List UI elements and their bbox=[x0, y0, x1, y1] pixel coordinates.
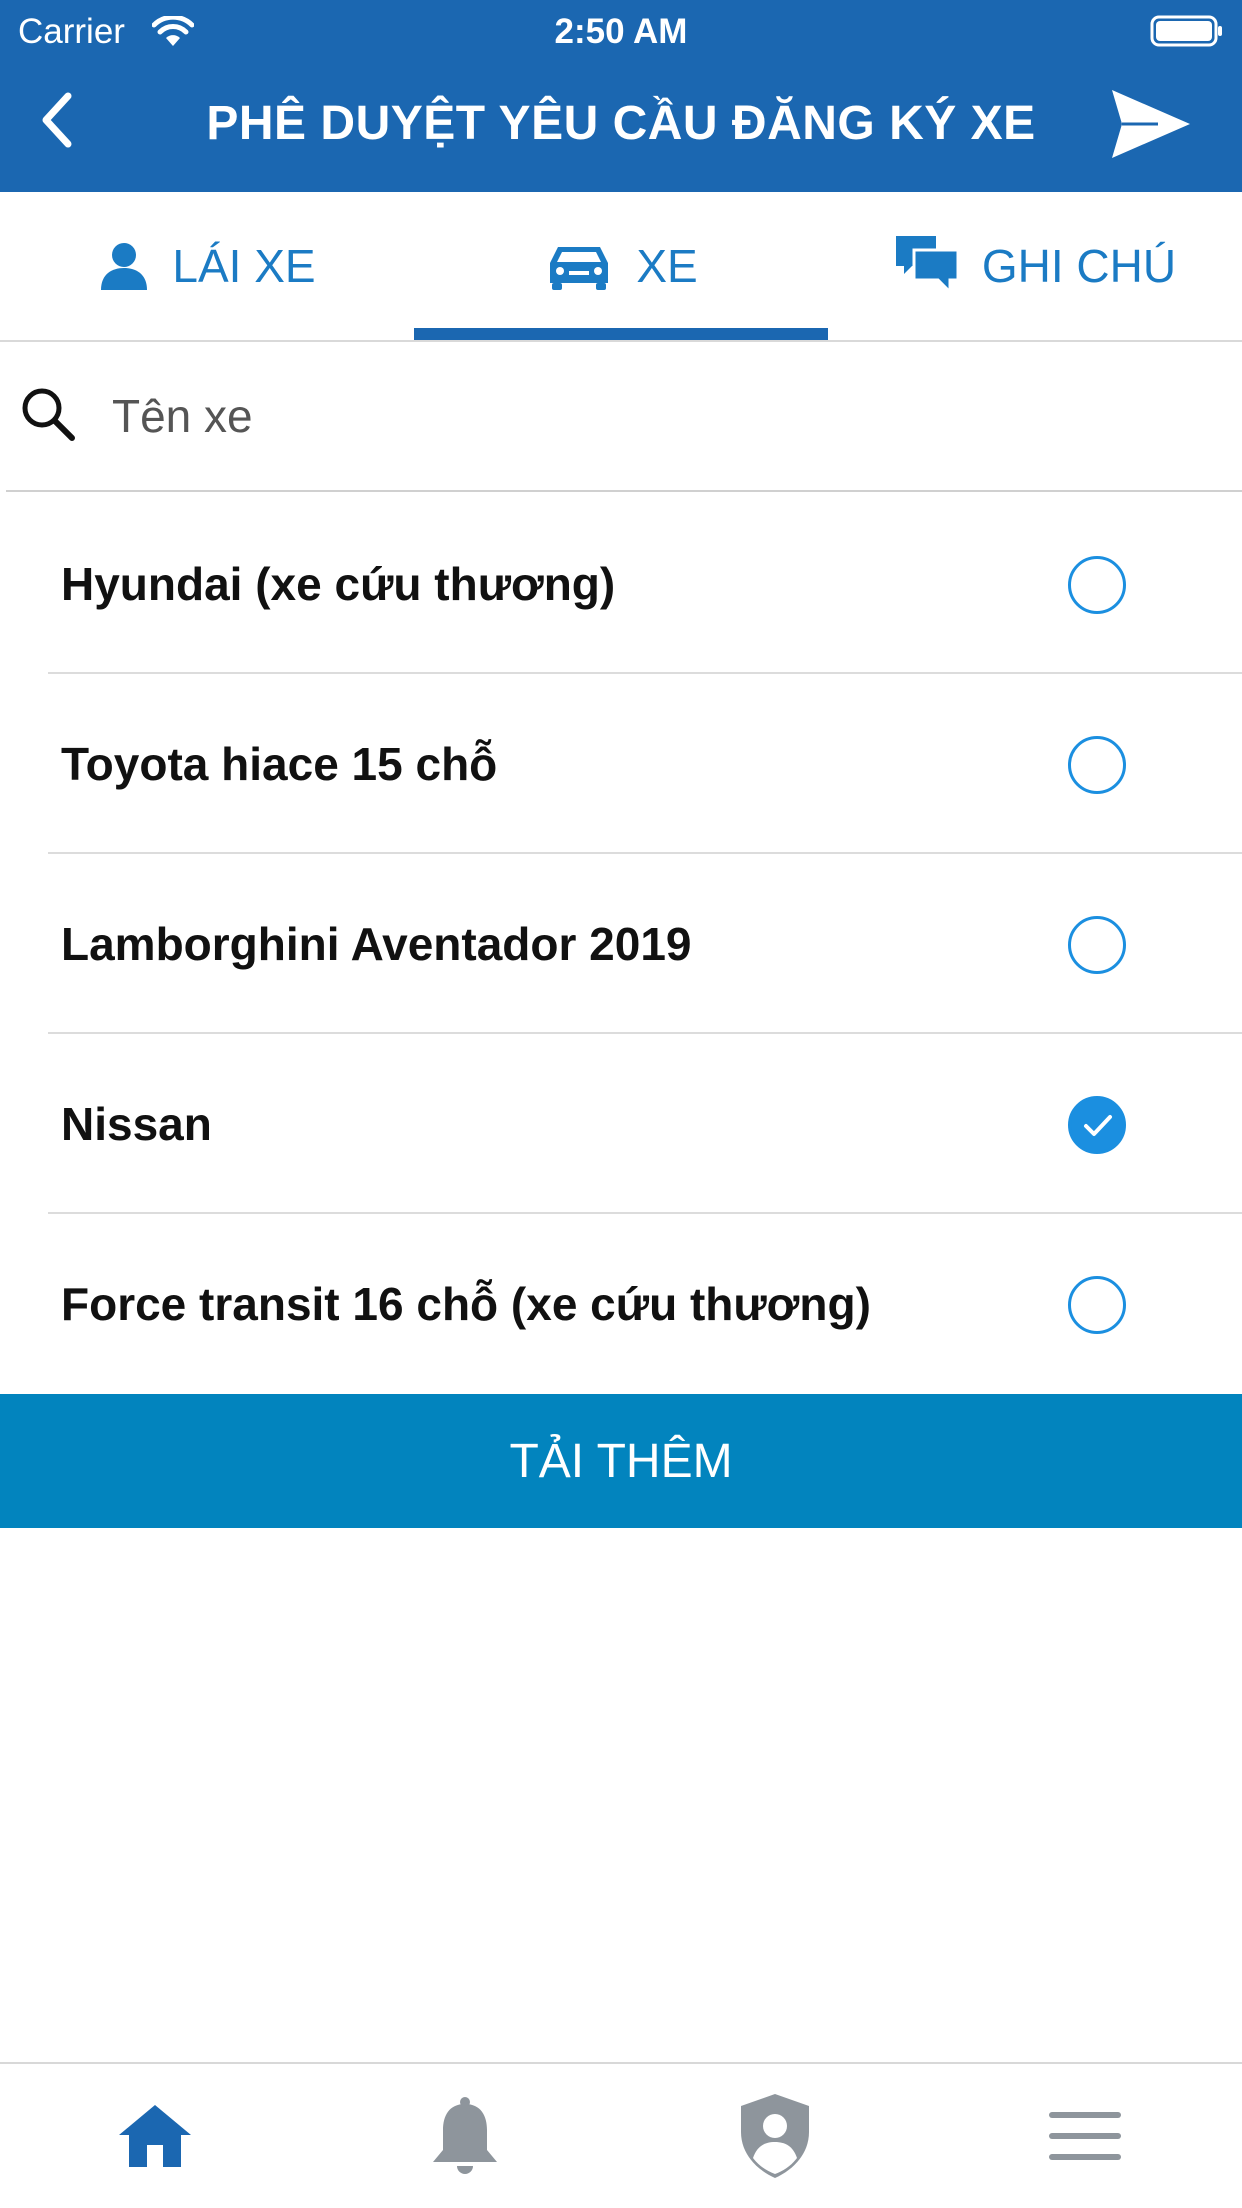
vehicle-name: Hyundai (xe cứu thương) bbox=[61, 558, 616, 610]
load-more-button[interactable]: TẢI THÊM bbox=[0, 1394, 1242, 1528]
search-icon bbox=[22, 388, 75, 441]
radio-button[interactable] bbox=[1068, 1276, 1126, 1334]
tab-menu[interactable] bbox=[930, 2064, 1240, 2208]
bottom-tab-bar bbox=[0, 2062, 1242, 2208]
home-icon bbox=[119, 2105, 191, 2167]
vehicle-name: Nissan bbox=[61, 1098, 212, 1150]
vehicle-list-item[interactable]: Toyota hiace 15 chỗ bbox=[0, 674, 1242, 854]
tab-notes[interactable]: GHI CHÚ bbox=[828, 192, 1242, 340]
bell-icon bbox=[433, 2097, 497, 2174]
battery-icon bbox=[1150, 15, 1222, 47]
radio-button[interactable] bbox=[1068, 556, 1126, 614]
vehicle-name: Toyota hiace 15 chỗ bbox=[61, 738, 498, 790]
tab-vehicle-label: XE bbox=[636, 240, 698, 292]
car-icon bbox=[544, 241, 614, 291]
vehicle-list-item[interactable]: Nissan bbox=[0, 1034, 1242, 1214]
person-icon bbox=[98, 240, 150, 292]
status-time: 2:50 AM bbox=[554, 12, 688, 51]
tab-account[interactable] bbox=[620, 2064, 930, 2208]
vehicle-name: Force transit 16 chỗ (xe cứu thương) bbox=[61, 1278, 871, 1330]
radio-button[interactable] bbox=[1068, 916, 1126, 974]
search-bar bbox=[0, 344, 1242, 492]
vehicle-list-item[interactable]: Lamborghini Aventador 2019 bbox=[0, 854, 1242, 1034]
back-chevron-icon[interactable] bbox=[28, 84, 88, 156]
checkmark-icon bbox=[1084, 1115, 1112, 1136]
menu-icon bbox=[1049, 2112, 1121, 2160]
tab-home[interactable] bbox=[0, 2064, 310, 2208]
vehicle-list: Hyundai (xe cứu thương) Toyota hiace 15 … bbox=[0, 494, 1242, 1394]
tab-notes-label: GHI CHÚ bbox=[981, 240, 1177, 292]
tab-notifications[interactable] bbox=[310, 2064, 620, 2208]
tab-driver[interactable]: LÁI XE bbox=[0, 192, 414, 340]
segment-tabs: LÁI XE XE GHI CHÚ bbox=[0, 192, 1242, 342]
divider bbox=[6, 490, 1242, 492]
vehicle-list-item[interactable]: Force transit 16 chỗ (xe cứu thương) bbox=[0, 1214, 1242, 1394]
radio-button[interactable] bbox=[1068, 736, 1126, 794]
navigation-bar: PHÊ DUYỆT YÊU CẦU ĐĂNG KÝ XE bbox=[0, 62, 1242, 192]
chat-icon bbox=[894, 234, 960, 298]
tab-vehicle[interactable]: XE bbox=[414, 192, 828, 340]
active-tab-indicator bbox=[414, 328, 828, 340]
radio-button-checked[interactable] bbox=[1068, 1096, 1126, 1154]
app-header: Carrier 2:50 AM PHÊ DUYỆT YÊU CẦU ĐĂNG K… bbox=[0, 0, 1242, 192]
shield-user-icon bbox=[741, 2094, 809, 2178]
page-title: PHÊ DUYỆT YÊU CẦU ĐĂNG KÝ XE bbox=[206, 97, 1036, 150]
vehicle-list-item[interactable]: Hyundai (xe cứu thương) bbox=[0, 494, 1242, 674]
status-bar: Carrier 2:50 AM bbox=[0, 0, 1242, 62]
vehicle-name: Lamborghini Aventador 2019 bbox=[61, 918, 692, 970]
tab-driver-label: LÁI XE bbox=[172, 240, 316, 292]
search-input[interactable] bbox=[112, 380, 1212, 452]
send-icon[interactable] bbox=[1108, 86, 1194, 162]
